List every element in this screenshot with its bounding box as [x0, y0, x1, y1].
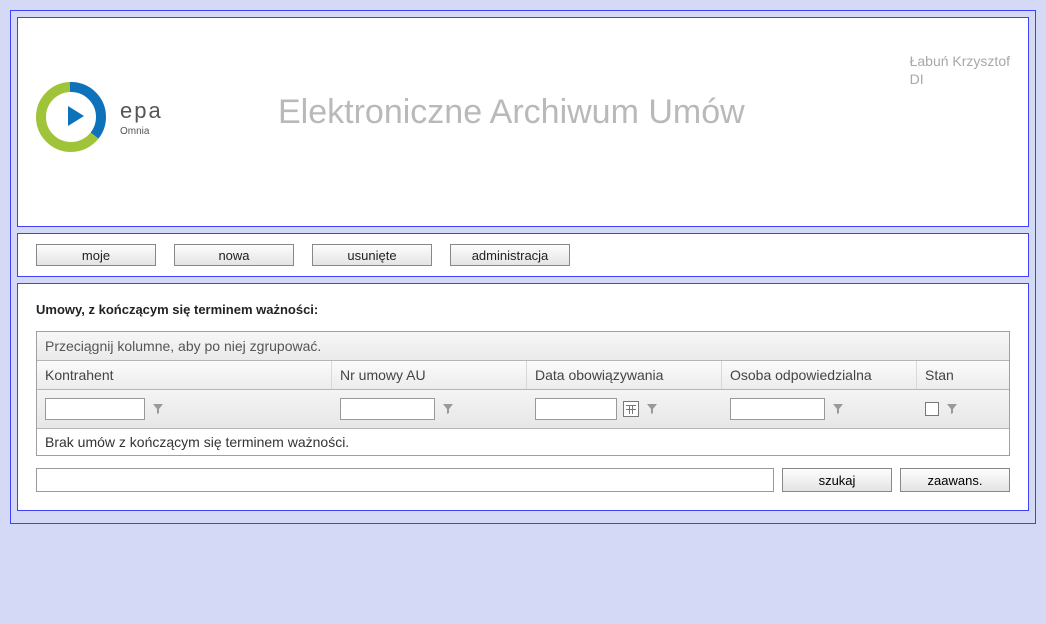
filter-input-osoba[interactable] [730, 398, 825, 420]
main-panel: Umowy, z kończącym się terminem ważności… [17, 283, 1029, 511]
search-input[interactable] [36, 468, 774, 492]
col-header-data[interactable]: Data obowiązywania [527, 361, 722, 389]
grid-filter-row [37, 390, 1009, 429]
filter-input-kontrahent[interactable] [45, 398, 145, 420]
filter-cell-data [527, 394, 722, 424]
filter-icon[interactable] [441, 402, 455, 416]
calendar-icon[interactable] [623, 401, 639, 417]
header-panel: Łabuń Krzysztof DI epa Omnia Elektronicz… [17, 17, 1029, 227]
user-info: Łabuń Krzysztof DI [910, 52, 1010, 88]
app-frame: Łabuń Krzysztof DI epa Omnia Elektronicz… [10, 10, 1036, 524]
moje-button[interactable]: moje [36, 244, 156, 266]
grid-empty-message: Brak umów z kończącym się terminem ważno… [37, 429, 1009, 455]
logo-epa-text: epa [120, 98, 163, 124]
col-header-osoba[interactable]: Osoba odpowiedzialna [722, 361, 917, 389]
search-row: szukaj zaawans. [36, 468, 1010, 492]
logo-text: epa Omnia [120, 98, 163, 137]
col-header-stan[interactable]: Stan [917, 361, 1007, 389]
filter-checkbox-stan[interactable] [925, 402, 939, 416]
filter-cell-kontrahent [37, 394, 332, 424]
filter-input-nrumowy[interactable] [340, 398, 435, 420]
filter-icon[interactable] [831, 402, 845, 416]
nowa-button[interactable]: nowa [174, 244, 294, 266]
user-name: Łabuń Krzysztof [910, 52, 1010, 70]
zaawans-button[interactable]: zaawans. [900, 468, 1010, 492]
logo-icon [36, 82, 106, 152]
app-title: Elektroniczne Archiwum Umów [278, 93, 745, 132]
filter-cell-nrumowy [332, 394, 527, 424]
col-header-nrumowy[interactable]: Nr umowy AU [332, 361, 527, 389]
usuniete-button[interactable]: usunięte [312, 244, 432, 266]
logo-omnia-text: Omnia [120, 126, 163, 137]
grid: Przeciągnij kolumne, aby po niej zgrupow… [36, 331, 1010, 456]
filter-cell-osoba [722, 394, 917, 424]
szukaj-button[interactable]: szukaj [782, 468, 892, 492]
filter-cell-stan [917, 394, 1007, 424]
filter-input-data[interactable] [535, 398, 617, 420]
grid-header-row: Kontrahent Nr umowy AU Data obowiązywani… [37, 361, 1009, 390]
col-header-kontrahent[interactable]: Kontrahent [37, 361, 332, 389]
filter-icon[interactable] [645, 402, 659, 416]
filter-icon[interactable] [151, 402, 165, 416]
administracja-button[interactable]: administracja [450, 244, 570, 266]
filter-icon[interactable] [945, 402, 959, 416]
nav-panel: moje nowa usunięte administracja [17, 233, 1029, 277]
section-heading: Umowy, z kończącym się terminem ważności… [36, 302, 1010, 317]
user-dept: DI [910, 70, 1010, 88]
group-hint-row[interactable]: Przeciągnij kolumne, aby po niej zgrupow… [37, 332, 1009, 361]
